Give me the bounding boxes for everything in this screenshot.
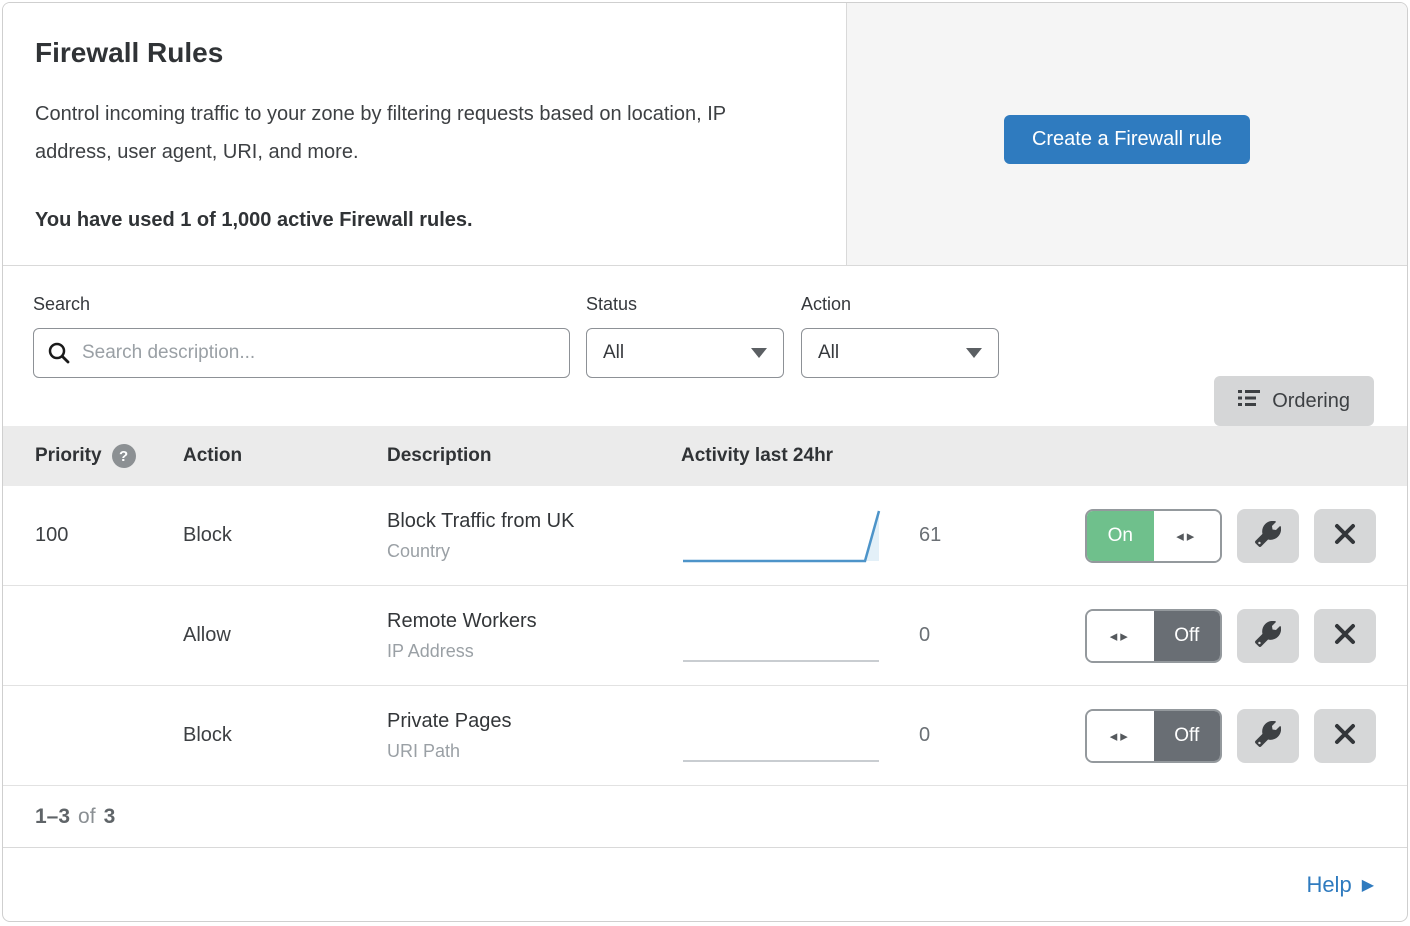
column-header-priority: Priority <box>35 445 102 467</box>
rule-match-type: IP Address <box>387 641 681 662</box>
delete-rule-button[interactable] <box>1314 609 1376 663</box>
activity-sparkline <box>681 504 881 568</box>
page-description: Control incoming traffic to your zone by… <box>35 95 790 171</box>
action-value: Block <box>183 724 387 747</box>
x-icon <box>1333 722 1357 749</box>
action-label: Action <box>801 294 999 315</box>
table-row: Allow Remote Workers IP Address 0 ◂▸ Off <box>3 586 1407 686</box>
wrench-icon <box>1255 621 1281 650</box>
toggle-arrows-icon: ◂▸ <box>1154 511 1221 561</box>
status-select[interactable]: All <box>586 328 784 378</box>
pagination-of: of <box>78 805 96 829</box>
status-label: Status <box>586 294 784 315</box>
rule-description: Remote Workers <box>387 610 681 633</box>
activity-count: 0 <box>919 724 930 747</box>
column-header-action: Action <box>183 445 387 467</box>
ordering-button-label: Ordering <box>1272 390 1350 413</box>
toggle-off-label: Off <box>1154 611 1221 661</box>
wrench-icon <box>1255 721 1281 750</box>
search-label: Search <box>33 294 570 315</box>
status-filter-group: Status All <box>586 294 784 426</box>
rule-match-type: Country <box>387 541 681 562</box>
help-link-label: Help <box>1306 872 1351 898</box>
action-value: Block <box>183 524 387 547</box>
pagination-total: 3 <box>104 805 116 829</box>
search-icon <box>47 341 71 370</box>
help-link[interactable]: Help ▶ <box>1306 872 1374 898</box>
wrench-icon <box>1255 521 1281 550</box>
action-selected-value: All <box>818 342 839 364</box>
usage-note: You have used 1 of 1,000 active Firewall… <box>35 209 790 232</box>
search-group: Search <box>33 294 570 426</box>
action-value: Allow <box>183 624 387 647</box>
firewall-rules-panel: Firewall Rules Control incoming traffic … <box>2 2 1408 922</box>
header-section: Firewall Rules Control incoming traffic … <box>3 3 1407 266</box>
priority-value: 100 <box>3 524 183 547</box>
rule-match-type: URI Path <box>387 741 681 762</box>
toggle-arrows-icon: ◂▸ <box>1087 611 1154 661</box>
status-selected-value: All <box>603 342 624 364</box>
rule-enabled-toggle[interactable]: On ◂▸ <box>1085 509 1222 563</box>
table-row: Block Private Pages URI Path 0 ◂▸ Off <box>3 686 1407 786</box>
action-select[interactable]: All <box>801 328 999 378</box>
chevron-down-icon <box>751 348 767 358</box>
toggle-off-label: Off <box>1154 711 1221 761</box>
toggle-arrows-icon: ◂▸ <box>1087 711 1154 761</box>
activity-sparkline <box>681 604 881 668</box>
chevron-down-icon <box>966 348 982 358</box>
rule-description: Private Pages <box>387 710 681 733</box>
table-row: 100 Block Block Traffic from UK Country … <box>3 486 1407 586</box>
column-header-activity: Activity last 24hr <box>681 445 1407 467</box>
footer-bar: Help ▶ <box>3 848 1407 921</box>
activity-sparkline <box>681 704 881 768</box>
edit-rule-button[interactable] <box>1237 709 1299 763</box>
column-header-description: Description <box>387 445 681 467</box>
create-firewall-rule-button[interactable]: Create a Firewall rule <box>1004 115 1250 164</box>
table-header-row: Priority ? Action Description Activity l… <box>3 426 1407 486</box>
rule-description: Block Traffic from UK <box>387 510 681 533</box>
action-filter-group: Action All <box>801 294 999 426</box>
list-ordering-icon <box>1238 388 1260 414</box>
pagination-bar: 1–3 of 3 <box>3 786 1407 848</box>
page-title: Firewall Rules <box>35 37 790 69</box>
x-icon <box>1333 522 1357 549</box>
filter-bar: Search Status All Action All <box>3 266 1407 426</box>
priority-help-icon[interactable]: ? <box>112 444 136 468</box>
edit-rule-button[interactable] <box>1237 509 1299 563</box>
search-input[interactable] <box>33 328 570 378</box>
toggle-on-label: On <box>1087 511 1154 561</box>
activity-count: 0 <box>919 624 930 647</box>
header-text-block: Firewall Rules Control incoming traffic … <box>3 3 846 265</box>
x-icon <box>1333 622 1357 649</box>
header-action-panel: Create a Firewall rule <box>846 3 1407 265</box>
delete-rule-button[interactable] <box>1314 709 1376 763</box>
delete-rule-button[interactable] <box>1314 509 1376 563</box>
activity-count: 61 <box>919 524 941 547</box>
rule-enabled-toggle[interactable]: ◂▸ Off <box>1085 609 1222 663</box>
edit-rule-button[interactable] <box>1237 609 1299 663</box>
rule-enabled-toggle[interactable]: ◂▸ Off <box>1085 709 1222 763</box>
help-arrow-icon: ▶ <box>1362 875 1374 895</box>
ordering-button[interactable]: Ordering <box>1214 376 1374 426</box>
pagination-range: 1–3 <box>35 805 70 829</box>
